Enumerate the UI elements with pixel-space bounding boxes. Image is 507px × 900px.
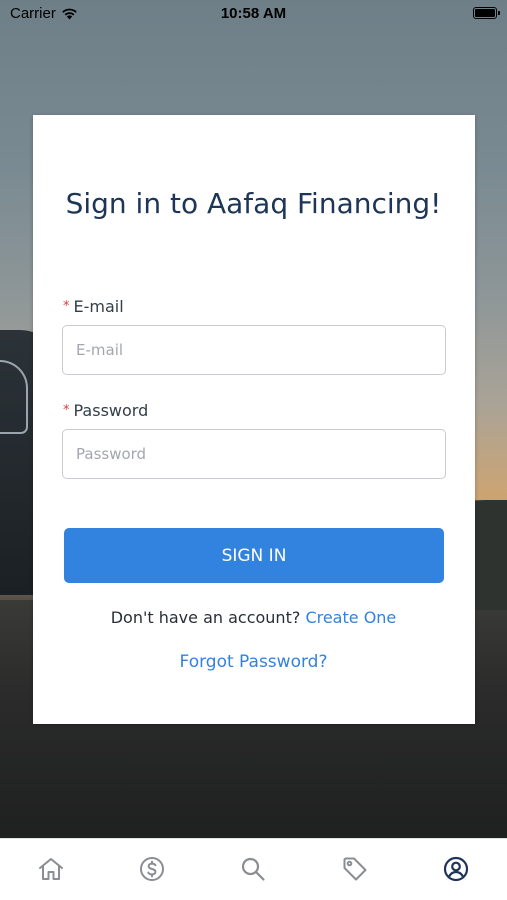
password-input[interactable] (62, 429, 446, 479)
battery-icon (473, 7, 500, 19)
clock-time: 10:58 AM (220, 5, 287, 22)
tab-home[interactable] (31, 857, 71, 885)
status-bar: Carrier 10:58 AM (0, 0, 507, 28)
signup-row: Don't have an account? Create One (0, 608, 507, 627)
signup-prompt: Don't have an account? (110, 608, 301, 627)
tab-profile[interactable] (436, 856, 476, 886)
screen: Carrier 10:58 AM Sign in to Aafaq Financ… (0, 0, 507, 900)
tab-offers[interactable] (335, 857, 375, 885)
create-account-link[interactable]: Create One (305, 608, 396, 627)
forgot-password-link[interactable]: Forgot Password? (180, 652, 328, 672)
required-marker: * (63, 403, 70, 418)
bottom-tab-bar (0, 838, 507, 900)
password-label: * Password (63, 401, 148, 420)
forgot-row: Forgot Password? (0, 652, 507, 672)
email-input[interactable] (62, 325, 446, 375)
tab-finance[interactable] (132, 857, 172, 885)
home-icon (38, 857, 64, 885)
tag-icon (342, 856, 368, 886)
sign-in-button[interactable]: SIGN IN (64, 528, 444, 583)
password-label-text: Password (73, 401, 149, 420)
profile-icon (443, 856, 469, 886)
required-marker: * (63, 299, 70, 314)
search-icon (240, 856, 266, 886)
dollar-icon (139, 856, 165, 886)
email-label: * E-mail (63, 297, 124, 316)
email-label-text: E-mail (73, 297, 124, 316)
tab-search[interactable] (233, 857, 273, 885)
page-title: Sign in to Aafaq Financing! (65, 187, 442, 220)
